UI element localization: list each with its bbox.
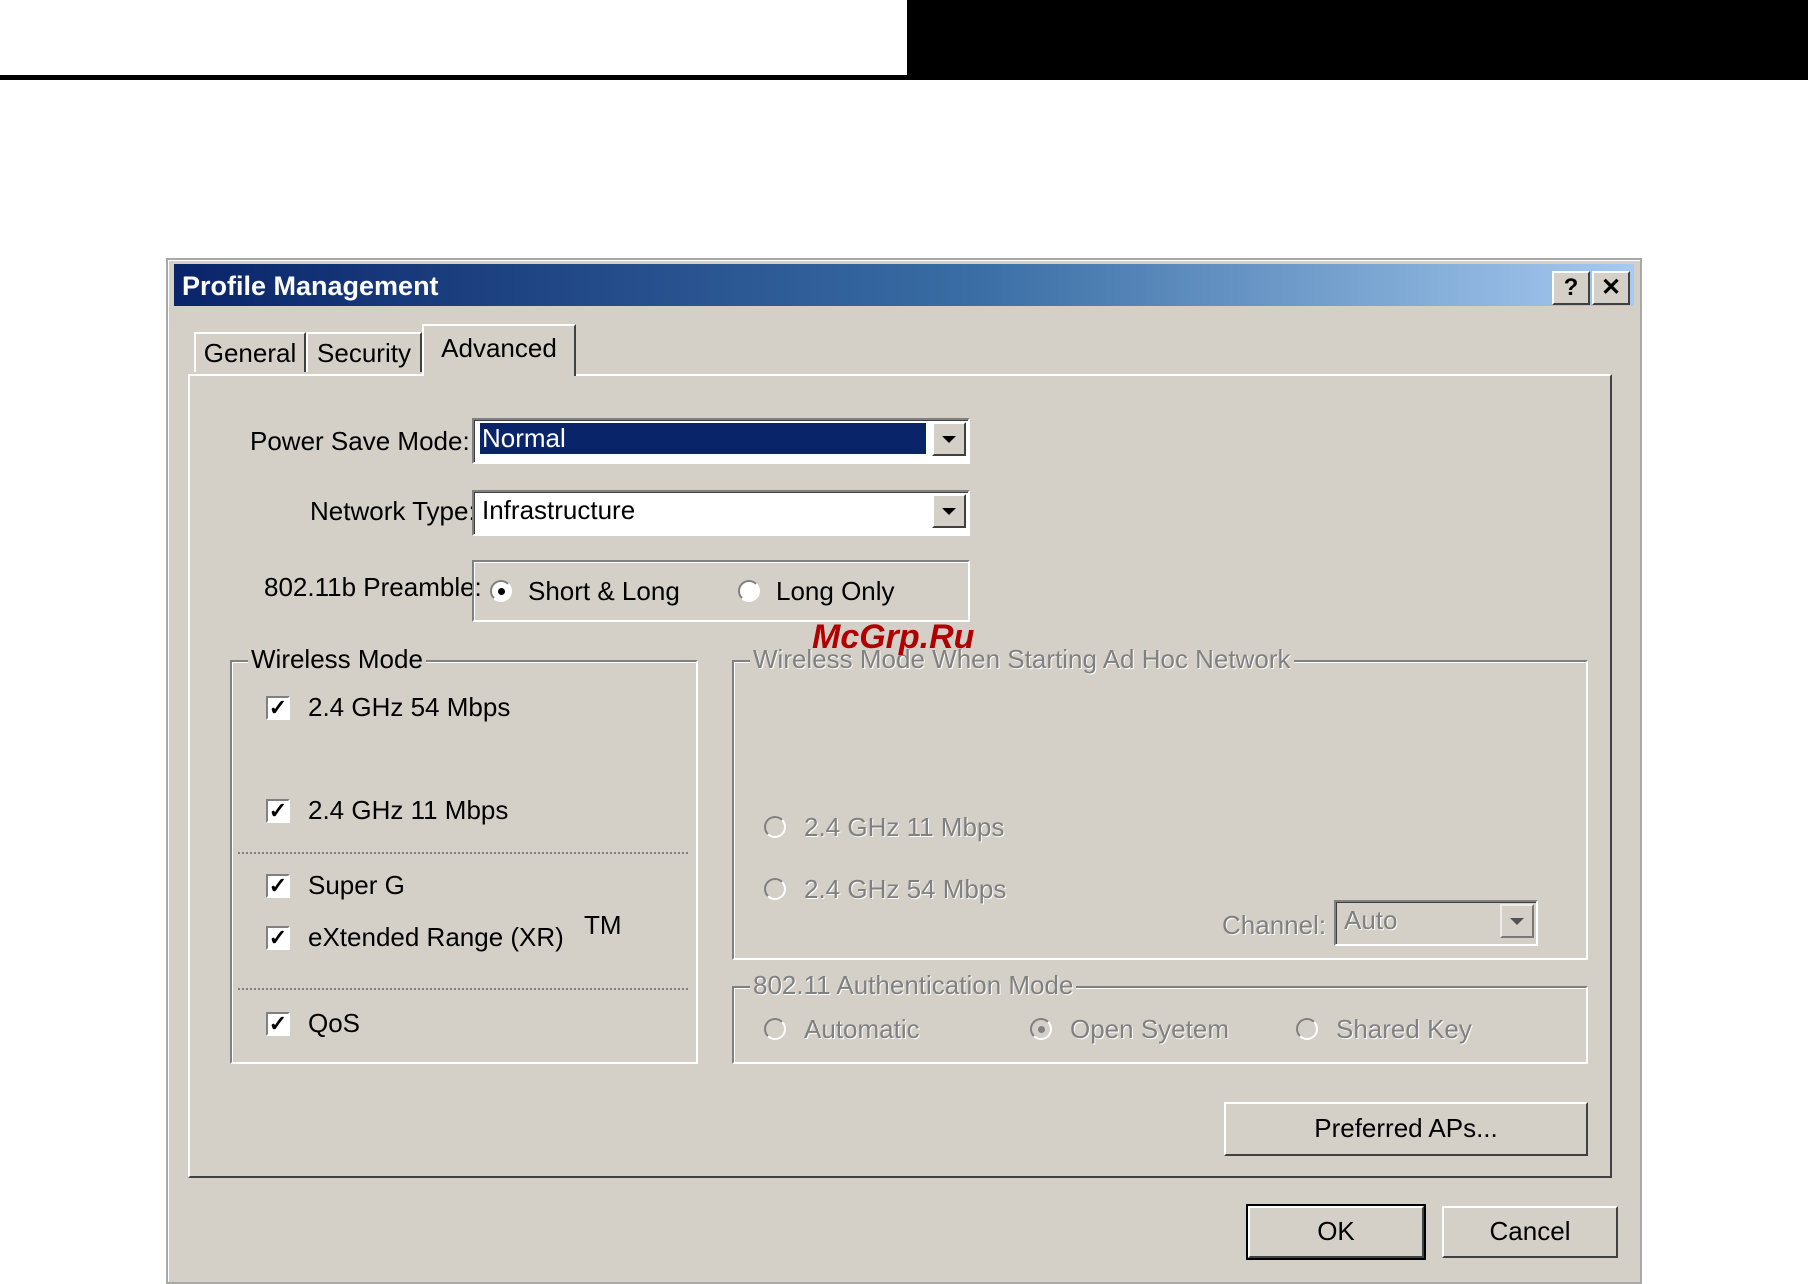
checkbox-super-g[interactable]: ✓: [266, 874, 290, 898]
checkbox-11mbps-label: 2.4 GHz 11 Mbps: [308, 795, 509, 825]
trademark-mark: TM: [584, 910, 622, 940]
chevron-down-icon[interactable]: [932, 422, 966, 456]
preamble-group: Short & Long Long Only: [472, 560, 970, 622]
help-icon: ?: [1563, 274, 1579, 301]
checkbox-xr[interactable]: ✓: [266, 926, 290, 950]
dialog-title: Profile Management: [182, 271, 439, 301]
auth-automatic-radio[interactable]: [764, 1018, 786, 1040]
title-bar[interactable]: Profile Management ? ✕: [174, 264, 1634, 306]
auth-mode-legend: 802.11 Authentication Mode: [750, 970, 1077, 1001]
page-header-rule: [0, 75, 1808, 80]
checkbox-qos[interactable]: ✓: [266, 1012, 290, 1036]
preamble-short-long-radio[interactable]: [490, 580, 512, 602]
power-save-select[interactable]: Normal: [472, 418, 970, 464]
checkbox-11mbps[interactable]: ✓: [266, 799, 290, 823]
auth-open-system-radio[interactable]: [1030, 1018, 1052, 1040]
auth-shared-key-label: Shared Key: [1336, 1014, 1472, 1044]
preamble-short-long-label: Short & Long: [528, 576, 680, 606]
network-type-select[interactable]: Infrastructure: [472, 490, 970, 536]
page-header-block: [907, 0, 1808, 76]
power-save-label: Power Save Mode:: [250, 426, 470, 456]
close-button[interactable]: ✕: [1592, 271, 1630, 305]
preamble-label: 802.11b Preamble:: [264, 572, 482, 602]
separator: [238, 852, 688, 854]
checkbox-54mbps[interactable]: ✓: [266, 696, 290, 720]
checkbox-super-g-label: Super G: [308, 870, 405, 900]
checkbox-xr-label: eXtended Range (XR): [308, 922, 564, 952]
profile-management-dialog: Profile Management ? ✕ General Security …: [166, 258, 1642, 1284]
tab-general[interactable]: General: [194, 332, 306, 372]
wireless-mode-legend: Wireless Mode: [248, 644, 426, 675]
advanced-tab-panel: Power Save Mode: Normal Network Type: In…: [188, 374, 1612, 1178]
tab-general-label: General: [203, 338, 297, 368]
network-type-label: Network Type:: [310, 496, 476, 526]
help-button[interactable]: ?: [1552, 271, 1590, 305]
cancel-button[interactable]: Cancel: [1442, 1206, 1618, 1258]
tab-security[interactable]: Security: [306, 332, 422, 372]
adhoc-11mbps-label: 2.4 GHz 11 Mbps: [804, 812, 1005, 842]
channel-value: Auto: [1344, 905, 1398, 935]
tab-advanced[interactable]: Advanced: [422, 324, 576, 376]
network-type-value: Infrastructure: [482, 495, 636, 525]
separator: [238, 988, 688, 990]
adhoc-54mbps-radio[interactable]: [764, 878, 786, 900]
watermark: McGrp.Ru: [812, 618, 975, 656]
preferred-aps-button[interactable]: Preferred APs...: [1224, 1102, 1588, 1156]
chevron-down-icon[interactable]: [1500, 904, 1534, 938]
ok-button[interactable]: OK: [1246, 1204, 1426, 1260]
close-icon: ✕: [1600, 274, 1622, 301]
chevron-down-icon[interactable]: [932, 494, 966, 528]
preamble-long-only-radio[interactable]: [738, 580, 760, 602]
auth-mode-group: 802.11 Authentication Mode Automatic Ope…: [732, 970, 1588, 1064]
channel-label: Channel:: [1222, 910, 1327, 940]
tab-advanced-label: Advanced: [441, 333, 557, 363]
adhoc-54mbps-label: 2.4 GHz 54 Mbps: [804, 874, 1007, 904]
auth-open-system-label: Open Syetem: [1070, 1014, 1229, 1044]
power-save-value: Normal: [480, 423, 926, 454]
checkbox-qos-label: QoS: [308, 1008, 361, 1038]
auth-shared-key-radio[interactable]: [1296, 1018, 1318, 1040]
adhoc-mode-group: Wireless Mode When Starting Ad Hoc Netwo…: [732, 644, 1588, 960]
wireless-mode-group: Wireless Mode ✓ 2.4 GHz 54 Mbps ✓ 2.4 GH…: [230, 644, 698, 1064]
preamble-long-only-label: Long Only: [776, 576, 895, 606]
auth-automatic-label: Automatic: [804, 1014, 920, 1044]
tab-security-label: Security: [317, 338, 411, 368]
checkbox-54mbps-label: 2.4 GHz 54 Mbps: [308, 692, 511, 722]
adhoc-11mbps-radio[interactable]: [764, 816, 786, 838]
channel-select[interactable]: Auto: [1334, 900, 1538, 946]
